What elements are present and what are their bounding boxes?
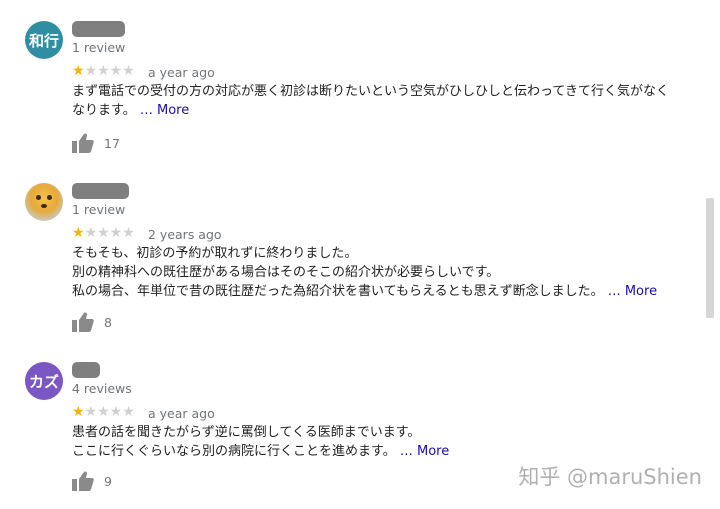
- review-text: そもそも、初診の予約が取れずに終わりました。 別の精神科への既往歴がある場合はそ…: [72, 244, 692, 301]
- like-count: 17: [104, 135, 120, 151]
- review-line: 別の精神科への既往歴がある場合はそのそこの紹介状が必要らしいです。: [72, 265, 500, 280]
- star-icon: ★: [72, 63, 85, 79]
- review-age: a year ago: [148, 406, 215, 421]
- avatar[interactable]: カズ: [25, 362, 63, 400]
- thumbs-up-icon: [72, 312, 94, 332]
- star-rating: ★★★★★: [72, 226, 135, 240]
- review-text: 患者の話を聞きたがらず逆に罵倒してくる医師までいます。 ここに行くぐらいなら別の…: [72, 423, 682, 461]
- avatar[interactable]: [25, 183, 63, 221]
- like-button[interactable]: 8: [72, 312, 112, 332]
- like-button[interactable]: 9: [72, 471, 112, 491]
- scrollbar[interactable]: [706, 198, 714, 318]
- reviewer-review-count[interactable]: 1 review: [72, 40, 125, 55]
- review-line: まず電話での受付の方の対応が悪く初診は断りたいという空気がひしひしと伝わってきて…: [72, 84, 669, 99]
- review-line: そもそも、初診の予約が取れずに終わりました。: [72, 246, 358, 261]
- review-line: なります。 … More: [72, 103, 190, 118]
- reviewer-name-redacted[interactable]: [72, 362, 100, 378]
- avatar[interactable]: 和行: [25, 21, 63, 59]
- review-age: 2 years ago: [148, 227, 222, 242]
- star-icon: ★★★★: [84, 404, 135, 420]
- more-link[interactable]: … More: [400, 444, 449, 459]
- thumbs-up-icon: [72, 133, 94, 153]
- like-count: 8: [104, 314, 112, 330]
- star-rating: ★★★★★: [72, 405, 135, 419]
- review-line: 私の場合、年単位で昔の既往歴だった為紹介状を書いてもらえるとも思えず断念しました…: [72, 284, 658, 299]
- star-rating: ★★★★★: [72, 64, 135, 78]
- star-icon: ★★★★: [84, 225, 135, 241]
- review-card: 1 review ★★★★★ 2 years ago そもそも、初診の予約が取れ…: [0, 183, 700, 333]
- review-age: a year ago: [148, 65, 215, 80]
- review-text: まず電話での受付の方の対応が悪く初診は断りたいという空気がひしひしと伝わってきて…: [72, 82, 682, 120]
- reviewer-name-redacted[interactable]: [72, 21, 125, 37]
- avatar-initials: 和行: [28, 31, 59, 50]
- review-card: 和行 1 review ★★★★★ a year ago まず電話での受付の方の…: [0, 21, 700, 161]
- reviewer-review-count[interactable]: 4 reviews: [72, 381, 132, 396]
- more-link[interactable]: … More: [608, 284, 657, 299]
- like-count: 9: [104, 473, 112, 489]
- star-icon: ★: [72, 225, 85, 241]
- star-icon: ★★★★: [84, 63, 135, 79]
- thumbs-up-icon: [72, 471, 94, 491]
- more-link[interactable]: … More: [140, 103, 189, 118]
- reviewer-review-count[interactable]: 1 review: [72, 202, 125, 217]
- star-icon: ★: [72, 404, 85, 420]
- like-button[interactable]: 17: [72, 133, 120, 153]
- reviewer-name-redacted[interactable]: [72, 183, 129, 199]
- review-line: 患者の話を聞きたがらず逆に罵倒してくる医師までいます。: [72, 425, 421, 440]
- watermark: 知乎 @maruShien: [518, 465, 702, 489]
- review-line: ここに行くぐらいなら別の病院に行くことを進めます。 … More: [72, 444, 450, 459]
- avatar-initials: カズ: [28, 372, 59, 391]
